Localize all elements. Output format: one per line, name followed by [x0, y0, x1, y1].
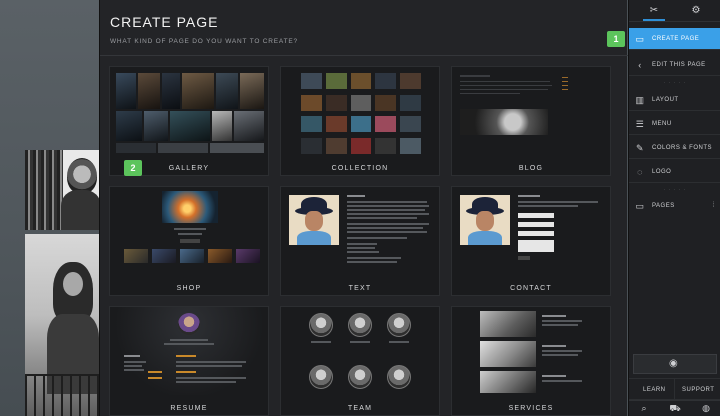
dialog-title: CREATE PAGE: [110, 14, 219, 30]
search-icon[interactable]: ⌕: [629, 403, 659, 414]
pages-button[interactable]: ▭ PAGES ⁞: [629, 195, 720, 217]
tile-gallery[interactable]: GALLERY 2: [109, 66, 269, 176]
cart-icon[interactable]: ⛟: [660, 403, 690, 415]
menu-label: MENU: [652, 121, 672, 127]
panel-section-divider: · · · · ·: [663, 80, 687, 86]
tile-contact[interactable]: CONTACT: [451, 186, 611, 296]
tile-label: TEXT: [348, 285, 372, 292]
services-thumbnail: [452, 307, 610, 395]
tile-label: SHOP: [176, 285, 202, 292]
blog-thumbnail: [452, 67, 610, 155]
menu-icon: ☰: [635, 119, 645, 129]
pages-icon: ▭: [635, 201, 645, 211]
site-preview-backdrop: [0, 0, 100, 416]
contact-thumbnail: [452, 187, 610, 275]
collection-thumbnail: [281, 67, 439, 155]
tile-text[interactable]: TEXT: [280, 186, 440, 296]
panel-section-divider: · · · · ·: [663, 187, 687, 193]
logo-label: LOGO: [652, 169, 672, 175]
tile-label: COLLECTION: [331, 165, 389, 172]
step-marker-1: 1: [607, 31, 625, 47]
tools-icon[interactable]: ✂: [643, 5, 665, 21]
tile-label: BLOG: [518, 165, 544, 172]
tile-label: TEAM: [347, 405, 373, 412]
preview-button[interactable]: ◉: [633, 354, 717, 374]
gear-icon[interactable]: ⚙: [687, 5, 705, 17]
menu-button[interactable]: ☰ MENU: [629, 113, 720, 135]
divider: [100, 55, 628, 56]
tile-services[interactable]: SERVICES: [451, 306, 611, 416]
palette-icon: ✎: [635, 143, 645, 153]
create-page-label: CREATE PAGE: [652, 36, 700, 42]
tile-blog[interactable]: BLOG: [451, 66, 611, 176]
colors-fonts-button[interactable]: ✎ COLORS & FONTS: [629, 137, 720, 159]
globe-icon[interactable]: ◍: [691, 403, 720, 414]
tile-label: CONTACT: [510, 285, 552, 292]
edit-page-button[interactable]: ‹ EDIT THIS PAGE: [629, 54, 720, 76]
shop-thumbnail: [110, 187, 268, 275]
create-page-icon: ▭: [635, 34, 645, 44]
dialog-subtitle: WHAT KIND OF PAGE DO YOU WANT TO CREATE?: [110, 38, 298, 45]
tile-team[interactable]: TEAM: [280, 306, 440, 416]
step-marker-2: 2: [124, 160, 142, 176]
text-thumbnail: [281, 187, 439, 275]
layout-icon: ▥: [635, 95, 645, 105]
create-page-button[interactable]: ▭ CREATE PAGE: [629, 28, 720, 50]
tile-resume[interactable]: RESUME: [109, 306, 269, 416]
tile-collection[interactable]: COLLECTION: [280, 66, 440, 176]
chevron-left-icon: ‹: [638, 60, 642, 70]
team-thumbnail: [281, 307, 439, 395]
logo-icon: ◌: [637, 167, 643, 177]
colors-fonts-label: COLORS & FONTS: [652, 145, 713, 151]
create-page-dialog: CREATE PAGE WHAT KIND OF PAGE DO YOU WAN…: [99, 0, 628, 416]
preview-photo-woman-railing: [25, 234, 100, 416]
preview-photo-woman: [25, 150, 100, 230]
pages-more-icon[interactable]: ⁞: [713, 195, 715, 217]
site-control-panel: ✂ ⚙ 1 ▭ CREATE PAGE ‹ EDIT THIS PAGE · ·…: [607, 0, 720, 416]
pages-label: PAGES: [652, 203, 675, 209]
app-root: CREATE PAGE WHAT KIND OF PAGE DO YOU WAN…: [0, 0, 720, 416]
tile-shop[interactable]: SHOP: [109, 186, 269, 296]
resume-thumbnail: [110, 307, 268, 395]
layout-button[interactable]: ▥ LAYOUT: [629, 89, 720, 111]
gallery-thumbnail: [110, 67, 268, 155]
edit-page-label: EDIT THIS PAGE: [652, 62, 706, 68]
logo-button[interactable]: ◌ LOGO: [629, 161, 720, 183]
learn-button[interactable]: LEARN: [629, 378, 675, 400]
eye-icon: ◉: [669, 358, 678, 369]
tile-label: SERVICES: [508, 405, 554, 412]
layout-label: LAYOUT: [652, 97, 679, 103]
support-button[interactable]: SUPPORT: [675, 378, 720, 400]
support-label: SUPPORT: [682, 387, 715, 393]
tile-label: RESUME: [170, 405, 208, 412]
panel-bottom-bar: ⌕ ⛟ ◍: [629, 400, 720, 416]
learn-label: LEARN: [643, 387, 666, 393]
panel-toolbar: ✂ ⚙: [629, 0, 720, 22]
